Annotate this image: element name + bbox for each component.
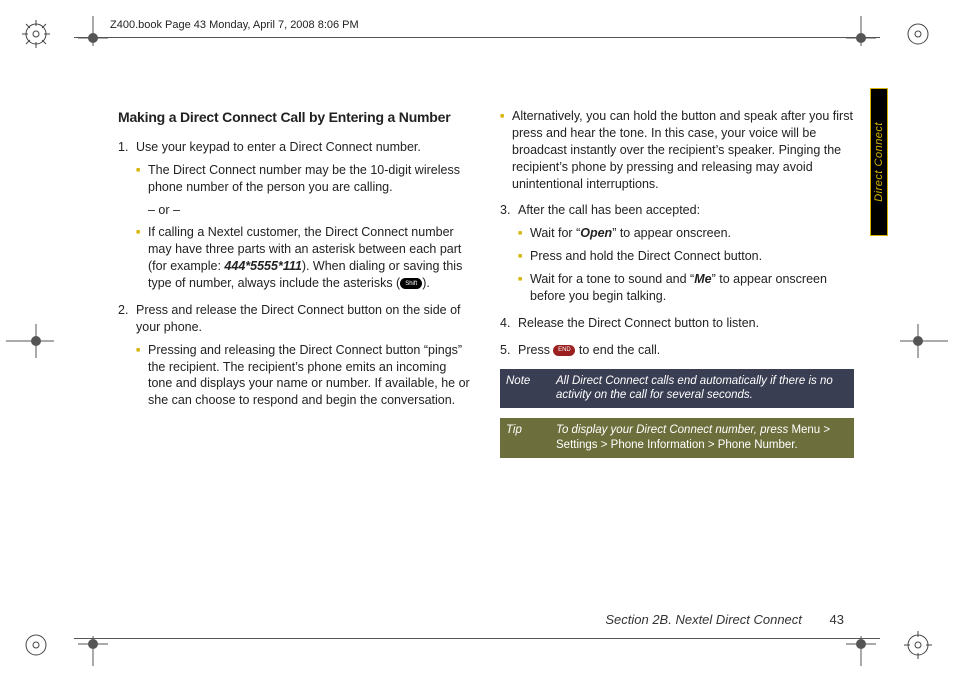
step-3: 3. After the call has been accepted: Wai… [500,202,854,304]
crop-mark-icon [846,16,876,46]
step-text: Press and release the Direct Connect but… [136,303,461,334]
registration-gear-icon [22,631,50,662]
section-side-tab: Direct Connect [870,88,888,236]
footer-page-number: 43 [830,612,844,627]
sub-bullet: Wait for a tone to sound and “Me” to app… [518,271,854,305]
sub-bullet: Pressing and releasing the Direct Connec… [136,342,472,410]
header-rule [74,37,880,38]
crop-mark-icon [6,324,54,358]
step-text: Release the Direct Connect button to lis… [518,316,759,330]
crop-mark-icon [900,324,948,358]
note-label: Note [500,369,548,409]
or-separator: – or – [136,202,472,219]
right-column: Alternatively, you can hold the button a… [500,108,854,602]
crop-mark-icon [78,16,108,46]
sub-bullet: Wait for “Open” to appear onscreen. [518,225,854,242]
step-number: 5. [500,342,510,359]
tip-body: To display your Direct Connect number, p… [548,418,854,458]
page-body: Making a Direct Connect Call by Entering… [118,108,854,602]
section-heading: Making a Direct Connect Call by Entering… [118,108,472,127]
sub-bullet: If calling a Nextel customer, the Direct… [136,224,472,292]
crop-mark-icon [846,636,876,666]
side-tab-label: Direct Connect [873,122,885,202]
step-5: 5. Press to end the call. [500,342,854,359]
step-number: 4. [500,315,510,332]
step-number: 1. [118,139,128,156]
step-1: 1. Use your keypad to enter a Direct Con… [118,139,472,292]
step-text: to end the call. [575,343,660,357]
step-4: 4. Release the Direct Connect button to … [500,315,854,332]
step-number: 3. [500,202,510,219]
sub-bullet: Press and hold the Direct Connect button… [518,248,854,265]
left-column: Making a Direct Connect Call by Entering… [118,108,472,602]
sub-bullet: Alternatively, you can hold the button a… [500,108,854,192]
page-header-text: Z400.book Page 43 Monday, April 7, 2008 … [110,19,359,31]
footer-rule [74,638,880,639]
registration-gear-icon [22,20,50,51]
registration-gear-icon [904,631,932,662]
registration-gear-icon [904,20,932,51]
footer-section: Section 2B. Nextel Direct Connect [605,612,802,627]
step-text: After the call has been accepted: [518,203,700,217]
step-text: Use your keypad to enter a Direct Connec… [136,140,421,154]
step-2: 2. Press and release the Direct Connect … [118,302,472,409]
end-key-icon [553,345,575,356]
step-number: 2. [118,302,128,319]
sub-bullet: The Direct Connect number may be the 10-… [136,162,472,196]
shift-key-icon [400,278,422,289]
crop-mark-icon [78,636,108,666]
page-footer: Section 2B. Nextel Direct Connect 43 [605,612,844,627]
note-body: All Direct Connect calls end automatical… [548,369,854,409]
tip-label: Tip [500,418,548,458]
tip-callout: Tip To display your Direct Connect numbe… [500,418,854,458]
note-callout: Note All Direct Connect calls end automa… [500,369,854,409]
step-text: Press [518,343,553,357]
